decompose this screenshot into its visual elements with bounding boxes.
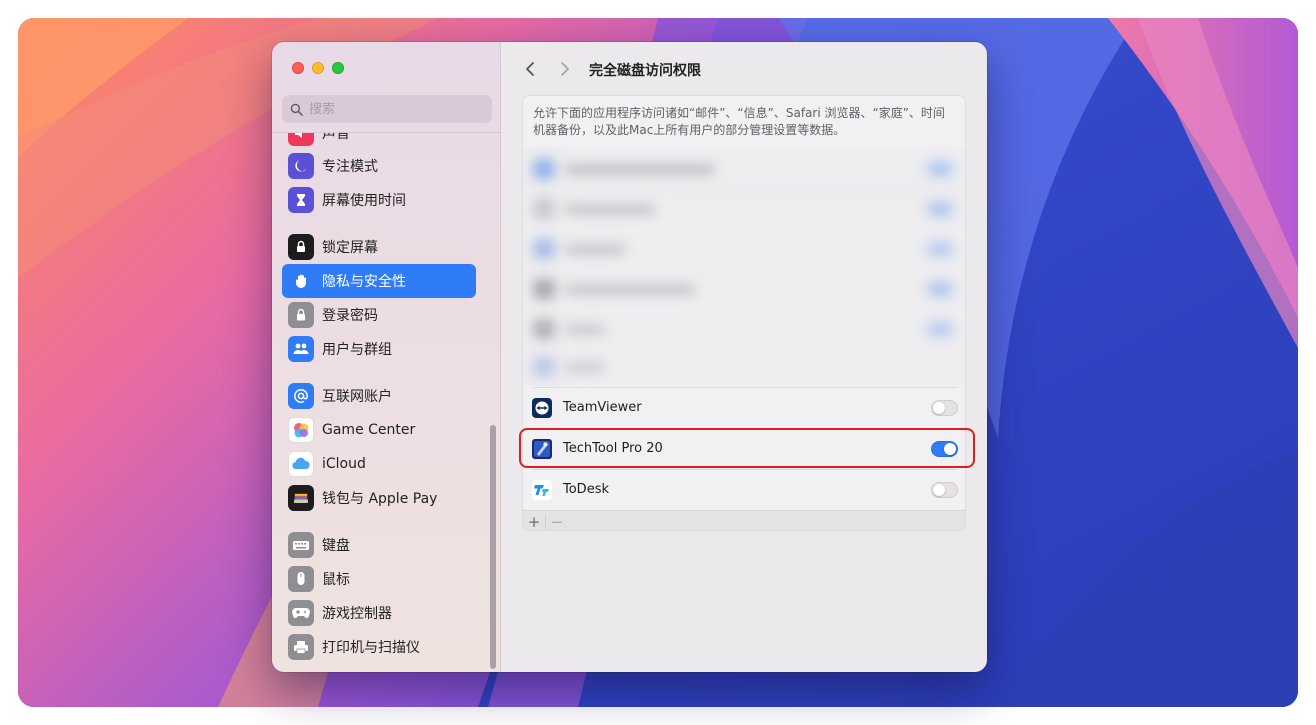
sidebar-item-label: 屏幕使用时间 xyxy=(322,193,406,209)
settings-window: 声音 专注模式 屏幕使用时间 锁定屏幕 隐私与安全性 登录密码 xyxy=(272,42,987,672)
hand-icon xyxy=(288,268,314,294)
sidebar-item-focus[interactable]: 专注模式 xyxy=(282,149,476,183)
sidebar-item-users-groups[interactable]: 用户与群组 xyxy=(282,332,476,366)
cloud-icon xyxy=(288,451,314,477)
sidebar-item-game-center[interactable]: Game Center xyxy=(282,413,476,447)
sidebar-item-label: 隐私与安全性 xyxy=(322,274,406,290)
search-input[interactable] xyxy=(309,101,479,117)
sidebar-scrollbar[interactable] xyxy=(490,425,496,669)
app-row-teamviewer: TeamViewer xyxy=(523,388,965,428)
sidebar-item-label: 互联网账户 xyxy=(322,389,392,405)
sidebar-item-icloud[interactable]: iCloud xyxy=(282,447,476,481)
toggle-knob xyxy=(933,484,945,496)
teamviewer-icon xyxy=(532,398,552,418)
search-icon xyxy=(290,103,303,116)
todesk-toggle[interactable] xyxy=(931,482,958,498)
toggle-knob xyxy=(933,402,945,414)
sidebar: 声音 专注模式 屏幕使用时间 锁定屏幕 隐私与安全性 登录密码 xyxy=(272,42,501,672)
sidebar-item-wallet[interactable]: 钱包与 Apple Pay xyxy=(282,481,476,515)
app-row-todesk: ToDesk xyxy=(523,470,965,510)
close-button[interactable] xyxy=(292,62,304,74)
back-button[interactable] xyxy=(520,59,540,79)
window-controls xyxy=(292,62,344,74)
todesk-icon xyxy=(532,480,552,500)
list-footer: + − xyxy=(523,510,965,531)
blurred-app-list xyxy=(523,147,965,386)
highlight-annotation xyxy=(519,428,975,468)
search-field[interactable] xyxy=(282,95,492,123)
wallet-icon xyxy=(288,485,314,511)
remove-button[interactable]: − xyxy=(546,511,568,531)
sidebar-item-printers[interactable]: 打印机与扫描仪 xyxy=(282,630,476,664)
page-title: 完全磁盘访问权限 xyxy=(589,63,701,79)
mouse-icon xyxy=(288,566,314,592)
chevron-right-icon xyxy=(561,62,569,76)
add-button[interactable]: + xyxy=(523,511,545,531)
users-icon xyxy=(288,336,314,362)
sidebar-item-screen-time[interactable]: 屏幕使用时间 xyxy=(282,183,476,217)
sidebar-item-label: 打印机与扫描仪 xyxy=(322,640,420,656)
sidebar-item-label: 鼠标 xyxy=(322,572,350,588)
sidebar-item-login-password[interactable]: 登录密码 xyxy=(282,298,476,332)
sidebar-list: 声音 专注模式 屏幕使用时间 锁定屏幕 隐私与安全性 登录密码 用户与群组 互联… xyxy=(272,133,501,672)
printer-icon xyxy=(288,634,314,660)
sidebar-item-label: iCloud xyxy=(322,456,366,472)
sidebar-item-label: 锁定屏幕 xyxy=(322,240,378,256)
panel-description: 允许下面的应用程序访问诸如“邮件”、“信息”、Safari 浏览器、“家庭”、时… xyxy=(533,106,945,137)
app-name: ToDesk xyxy=(563,482,609,497)
sidebar-item-privacy-security[interactable]: 隐私与安全性 xyxy=(282,264,476,298)
main-content: 完全磁盘访问权限 允许下面的应用程序访问诸如“邮件”、“信息”、Safari 浏… xyxy=(501,42,987,672)
padlock-icon xyxy=(288,302,314,328)
sidebar-item-lock-screen[interactable]: 锁定屏幕 xyxy=(282,230,476,264)
zoom-button[interactable] xyxy=(332,62,344,74)
at-icon xyxy=(288,383,314,409)
sidebar-item-label: 专注模式 xyxy=(322,159,378,175)
app-name: TeamViewer xyxy=(563,400,642,415)
sidebar-item-label: 钱包与 Apple Pay xyxy=(322,491,438,507)
sidebar-item-label: 键盘 xyxy=(322,538,350,554)
sidebar-item-label: Game Center xyxy=(322,422,416,438)
minimize-button[interactable] xyxy=(312,62,324,74)
sidebar-item-game-controllers[interactable]: 游戏控制器 xyxy=(282,596,476,630)
sidebar-item-label: 用户与群组 xyxy=(322,342,392,358)
lock-screen-icon xyxy=(288,234,314,260)
hourglass-icon xyxy=(288,187,314,213)
sidebar-item-label: 声音 xyxy=(322,133,350,142)
keyboard-icon xyxy=(288,532,314,558)
forward-button[interactable] xyxy=(555,59,575,79)
chevron-left-icon xyxy=(526,62,534,76)
teamviewer-toggle[interactable] xyxy=(931,400,958,416)
sidebar-item-label: 游戏控制器 xyxy=(322,606,392,622)
sidebar-item-label: 登录密码 xyxy=(322,308,378,324)
sidebar-item-internet-accounts[interactable]: 互联网账户 xyxy=(282,379,476,413)
sidebar-item-mouse[interactable]: 鼠标 xyxy=(282,562,476,596)
gamepad-icon xyxy=(288,600,314,626)
sidebar-item-keyboard[interactable]: 键盘 xyxy=(282,528,476,562)
moon-icon xyxy=(288,153,314,179)
sidebar-item-sound[interactable]: 声音 xyxy=(282,133,476,150)
game-center-icon xyxy=(288,417,314,443)
sound-icon xyxy=(288,133,314,146)
